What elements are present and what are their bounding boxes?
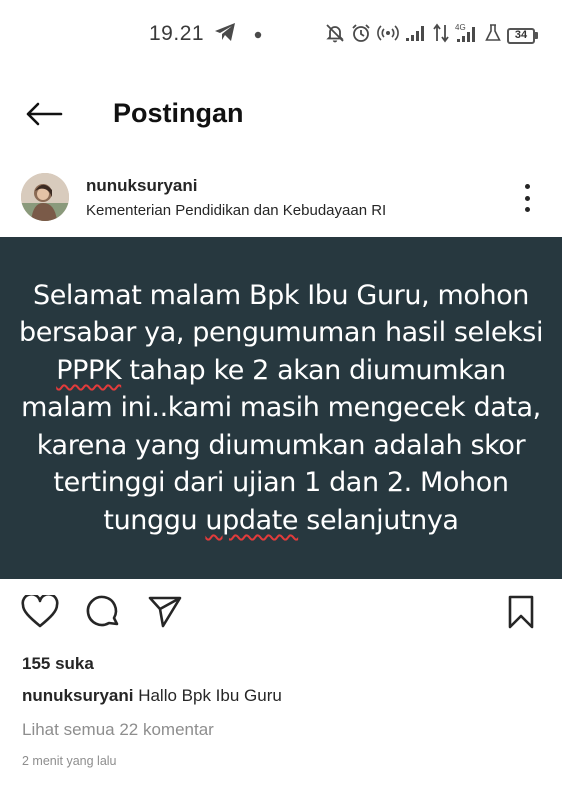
app-header: Postingan [0, 88, 562, 144]
view-all-comments-link[interactable]: Lihat semua 22 komentar [22, 720, 214, 740]
share-button[interactable] [145, 594, 185, 634]
alarm-icon [351, 23, 371, 48]
battery-icon: 34 [507, 27, 538, 44]
notifications-off-icon [325, 23, 345, 48]
post-timestamp: 2 menit yang lalu [22, 754, 117, 768]
status-time: 19.21 [149, 22, 205, 45]
save-button[interactable] [501, 594, 541, 634]
comment-icon [85, 594, 121, 635]
heart-icon [21, 592, 59, 634]
avatar[interactable] [21, 173, 69, 221]
data-arrows-icon [433, 23, 449, 48]
caption-text: Hallo Bpk Ibu Guru [133, 686, 282, 705]
post-location[interactable]: Kementerian Pendidikan dan Kebudayaan RI [86, 202, 386, 219]
post-caption: nunuksuryani Hallo Bpk Ibu Guru [22, 686, 282, 706]
comment-button[interactable] [83, 594, 123, 634]
status-bar: 19.21 4G 34 [0, 0, 562, 70]
dot-icon [254, 26, 262, 44]
lab-icon [485, 24, 501, 47]
back-button[interactable] [22, 96, 66, 136]
bookmark-icon [506, 594, 536, 635]
post-actions [0, 592, 562, 636]
signal-4g-icon: 4G [455, 22, 479, 49]
send-icon [147, 595, 183, 634]
caption-username[interactable]: nunuksuryani [22, 686, 133, 705]
battery-level: 34 [507, 27, 535, 44]
likes-count[interactable]: 155 suka [22, 654, 94, 674]
svg-text:4G: 4G [455, 23, 466, 32]
telegram-icon [214, 22, 236, 47]
arrow-left-icon [25, 102, 63, 131]
more-options-icon[interactable] [516, 182, 538, 214]
like-button[interactable] [20, 592, 60, 634]
post-image[interactable]: Selamat malam Bpk Ibu Guru, mohon bersab… [0, 237, 562, 579]
hotspot-icon [377, 23, 399, 48]
post-image-text: Selamat malam Bpk Ibu Guru, mohon bersab… [18, 279, 544, 536]
post-header: nunuksuryani Kementerian Pendidikan dan … [0, 168, 562, 228]
post-username[interactable]: nunuksuryani [86, 176, 197, 196]
signal-icon [405, 24, 427, 47]
page-title: Postingan [113, 98, 244, 128]
